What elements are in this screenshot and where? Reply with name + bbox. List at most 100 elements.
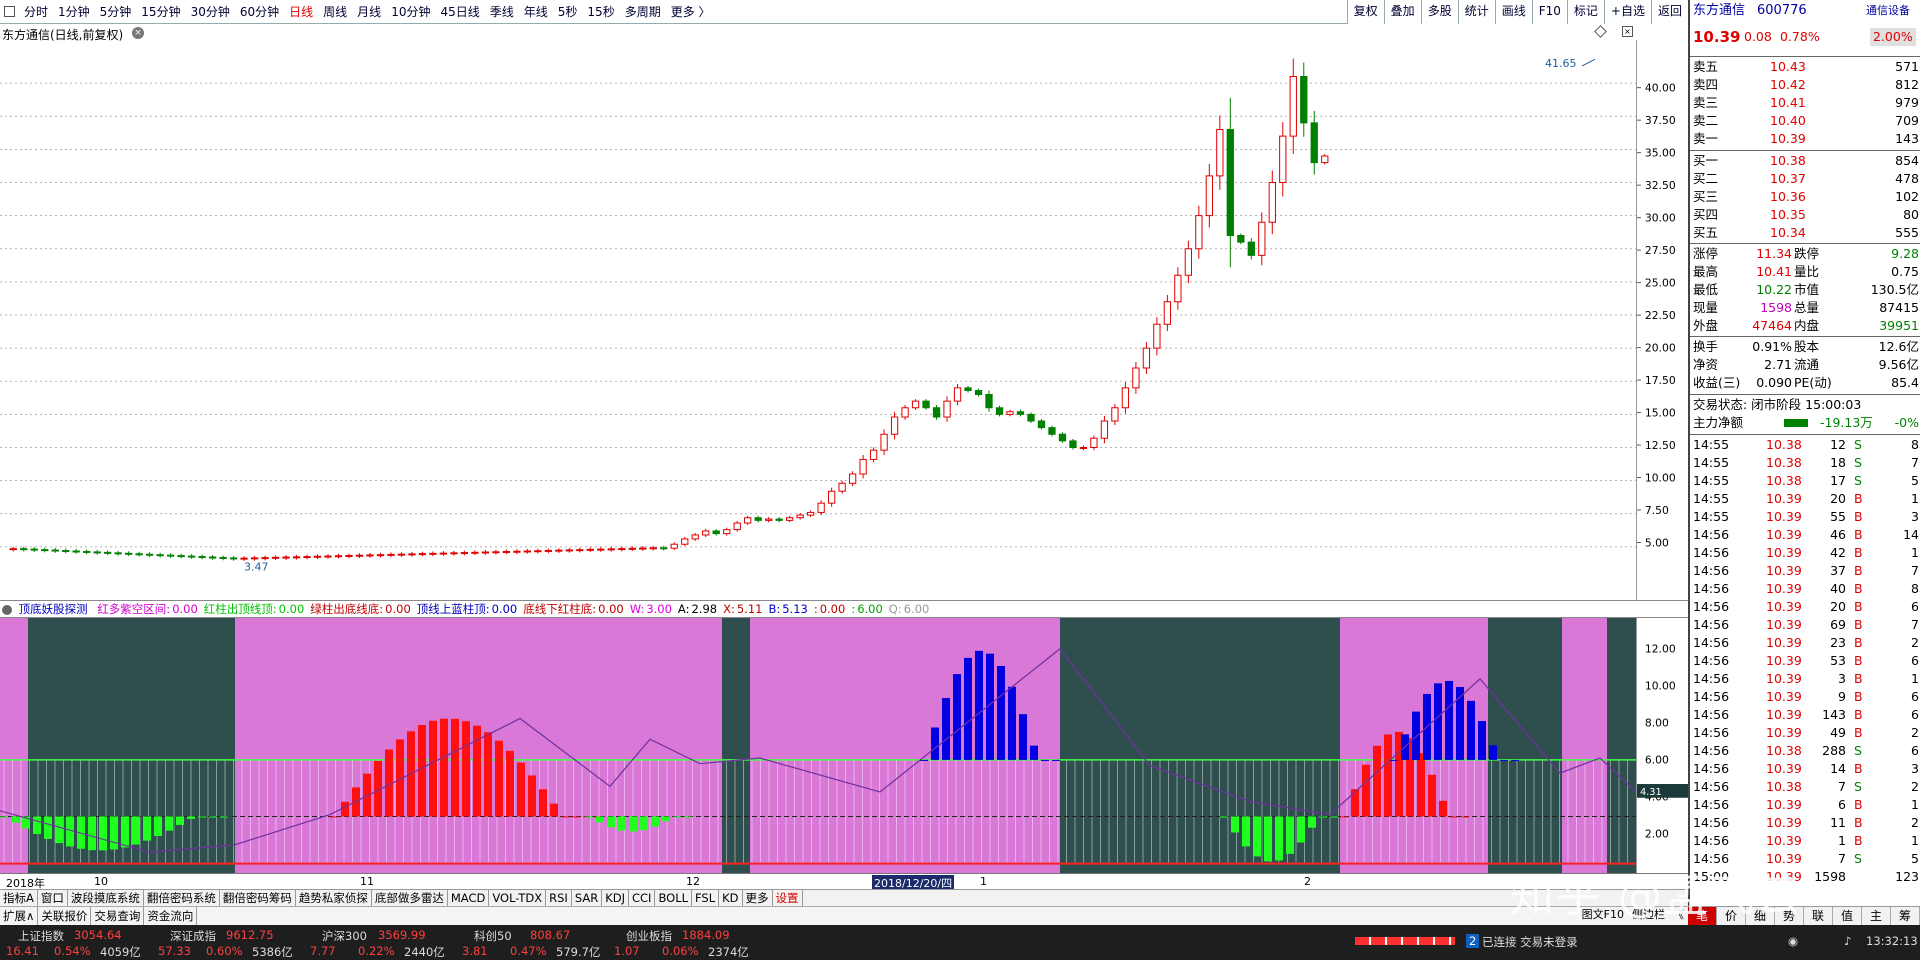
period-tab[interactable]: 季线 — [485, 3, 519, 20]
candle-body[interactable] — [995, 407, 1004, 415]
candle-body[interactable] — [880, 433, 888, 451]
indicator-chart[interactable] — [0, 618, 1636, 873]
candle-body[interactable] — [439, 552, 448, 555]
candle-body[interactable] — [660, 547, 668, 550]
candle-body[interactable] — [1195, 215, 1203, 250]
index-name[interactable]: 深证成指 — [170, 928, 216, 944]
candle-body[interactable] — [565, 549, 573, 552]
candle-body[interactable] — [125, 552, 133, 555]
candle-body[interactable] — [208, 556, 217, 559]
candle-body[interactable] — [974, 390, 983, 395]
indicator-tab[interactable]: RSI — [546, 890, 572, 906]
candle-body[interactable] — [618, 548, 626, 551]
indicator-tab[interactable]: BOLL — [655, 890, 693, 906]
period-tab[interactable]: 5分钟 — [95, 3, 137, 20]
candle-body[interactable] — [911, 400, 920, 409]
candle-body[interactable] — [376, 554, 385, 557]
candle-body[interactable] — [1184, 248, 1193, 276]
candle-body[interactable] — [953, 387, 962, 402]
candle-body[interactable] — [187, 555, 196, 558]
candle-body[interactable] — [30, 548, 38, 551]
candle-body[interactable] — [51, 549, 59, 552]
candle-body[interactable] — [1310, 122, 1318, 164]
settings-icon[interactable]: × — [132, 27, 144, 39]
period-tab[interactable]: 年线 — [519, 3, 553, 20]
candle-body[interactable] — [334, 555, 343, 558]
candle-body[interactable] — [555, 549, 563, 552]
candle-body[interactable] — [838, 482, 846, 492]
candle-body[interactable] — [114, 552, 122, 555]
indicator-tab[interactable]: 更多 — [743, 890, 773, 906]
candle-body[interactable] — [104, 551, 112, 554]
candle-body[interactable] — [744, 517, 752, 524]
period-tab[interactable]: 15分钟 — [136, 3, 185, 20]
candle-body[interactable] — [796, 514, 804, 519]
diamond-icon[interactable] — [1594, 25, 1607, 38]
candle-body[interactable] — [198, 556, 206, 559]
candle-body[interactable] — [492, 551, 500, 554]
quote-tab[interactable]: 主 — [1862, 907, 1891, 925]
ask-row[interactable]: 卖一 10.39 143 — [1690, 130, 1920, 148]
bid-row[interactable]: 买三 10.36 102 — [1690, 188, 1920, 206]
candle-body[interactable] — [1226, 129, 1234, 236]
candle-body[interactable] — [460, 552, 469, 555]
ask-row[interactable]: 卖五 10.43 571 — [1690, 58, 1920, 76]
candle-body[interactable] — [282, 556, 290, 559]
candle-body[interactable] — [859, 458, 867, 475]
indicator-tab[interactable]: 窗口 — [38, 890, 68, 906]
candle-body[interactable] — [597, 548, 605, 551]
indicator-settings-icon[interactable] — [2, 604, 12, 615]
candle-body[interactable] — [9, 548, 17, 551]
candle-body[interactable] — [817, 502, 825, 513]
candle-body[interactable] — [922, 400, 930, 409]
period-tab[interactable]: 1分钟 — [53, 3, 95, 20]
period-tab[interactable]: 分时 — [19, 3, 53, 20]
candle-body[interactable] — [324, 555, 332, 558]
index-name[interactable]: 上证指数 — [18, 928, 64, 944]
candle-body[interactable] — [1037, 420, 1046, 429]
candle-body[interactable] — [943, 400, 951, 418]
candle-body[interactable] — [1258, 221, 1266, 256]
extension-tab[interactable]: 关联报价 — [38, 907, 92, 925]
candle-body[interactable] — [523, 550, 532, 553]
toolbar-button[interactable]: 统计 — [1457, 0, 1495, 24]
toolbar-button[interactable]: 多股 — [1420, 0, 1458, 24]
ask-row[interactable]: 卖四 10.42 812 — [1690, 76, 1920, 94]
candle-body[interactable] — [712, 530, 720, 535]
candle-body[interactable] — [754, 517, 762, 521]
candle-body[interactable] — [450, 552, 458, 555]
candle-body[interactable] — [471, 551, 479, 554]
candle-body[interactable] — [355, 554, 364, 557]
indicator-tab[interactable]: VOL-TDX — [489, 890, 547, 906]
candle-body[interactable] — [1247, 241, 1255, 256]
candle-body[interactable] — [250, 557, 259, 560]
toolbar-button[interactable]: +自选 — [1603, 0, 1651, 24]
candle-body[interactable] — [156, 554, 164, 557]
candle-body[interactable] — [313, 555, 322, 558]
index-name[interactable]: 科创50 — [474, 928, 512, 944]
candle-body[interactable] — [1058, 433, 1067, 442]
candle-body[interactable] — [429, 552, 437, 555]
bid-row[interactable]: 买一 10.38 854 — [1690, 152, 1920, 170]
indicator-tab[interactable]: FSL — [692, 890, 720, 906]
toolbar-button[interactable]: 画线 — [1494, 0, 1532, 24]
candle-body[interactable] — [292, 556, 301, 559]
bell-icon[interactable]: ♪ — [1844, 934, 1851, 948]
extension-tab[interactable]: 资金流向 — [144, 907, 198, 925]
candlestick-chart[interactable]: 41.65 3.47 — [0, 40, 1636, 600]
candle-body[interactable] — [786, 517, 794, 521]
candle-body[interactable] — [513, 550, 521, 553]
indicator-tab[interactable]: 指标A — [0, 890, 38, 906]
indicator-tab[interactable]: SAR — [572, 890, 603, 906]
candle-body[interactable] — [41, 549, 49, 552]
candle-body[interactable] — [1079, 447, 1088, 449]
period-tab[interactable]: 周线 — [318, 3, 352, 20]
ask-row[interactable]: 卖三 10.41 979 — [1690, 94, 1920, 112]
candle-body[interactable] — [932, 407, 941, 418]
candle-body[interactable] — [261, 557, 269, 560]
period-tab[interactable]: 日线 — [284, 3, 318, 20]
candle-body[interactable] — [1132, 367, 1140, 389]
toolbar-button[interactable]: F10 — [1531, 0, 1567, 24]
candle-body[interactable] — [890, 416, 899, 435]
candle-body[interactable] — [639, 547, 647, 550]
